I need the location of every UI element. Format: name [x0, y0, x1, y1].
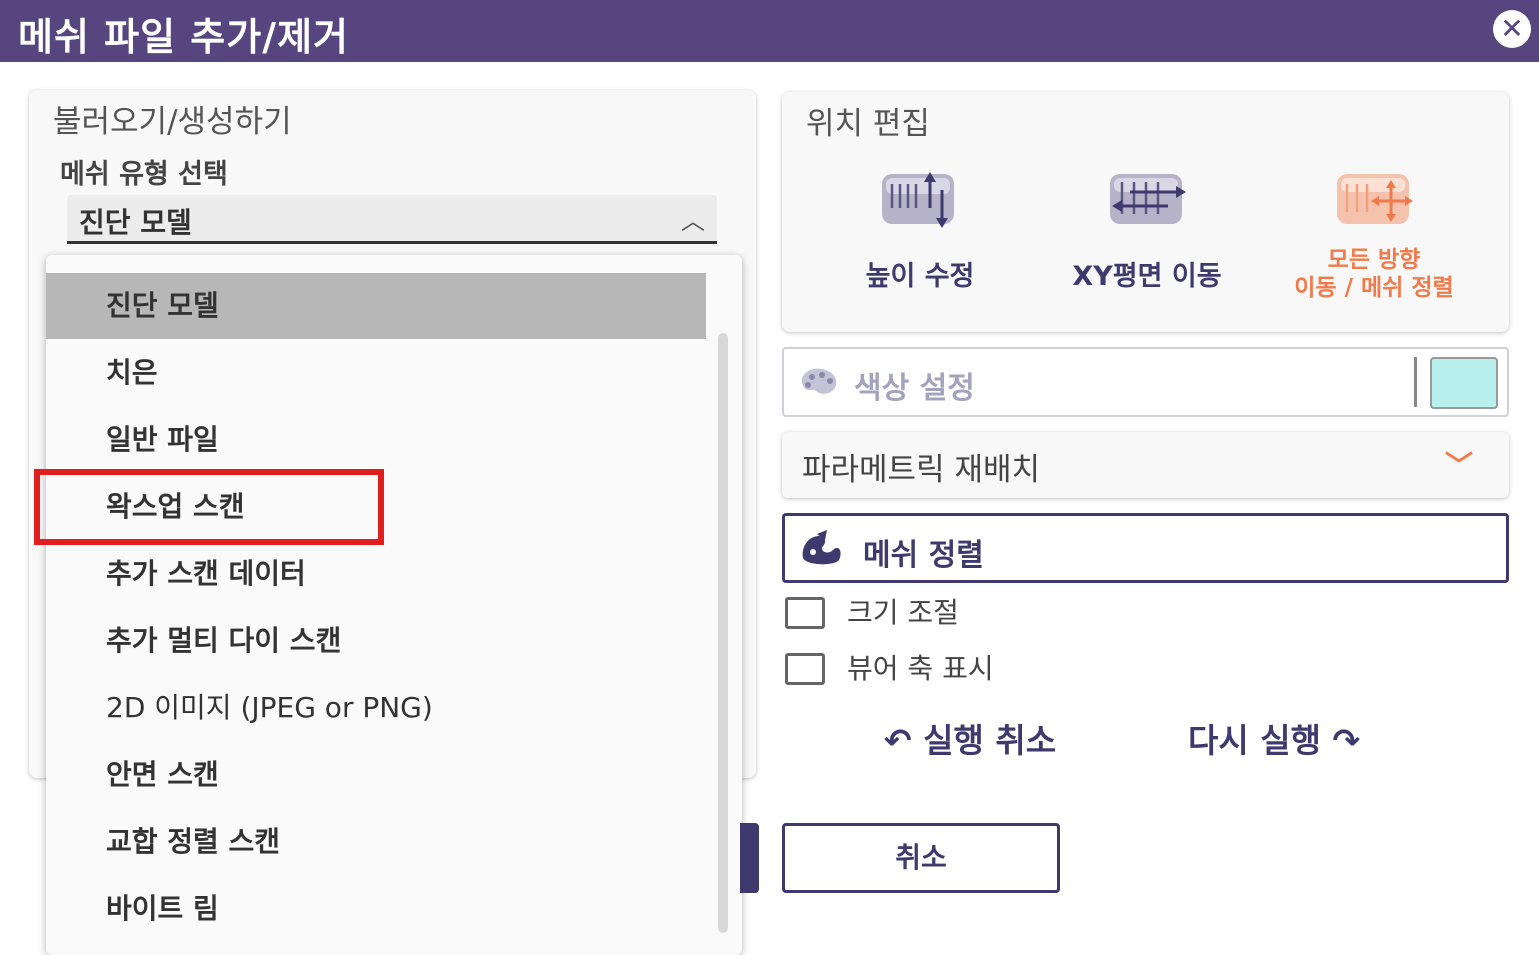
dropdown-item-additional-scan-data[interactable]: 추가 스캔 데이터 [46, 541, 706, 607]
redo-label: 다시 실행 [1188, 721, 1321, 760]
viewer-axis-checkbox-label: 뷰어 축 표시 [847, 652, 994, 685]
scale-checkbox[interactable] [785, 597, 825, 629]
position-edit-title: 위치 편집 [806, 106, 930, 142]
mesh-type-select-value: 진단 모델 [79, 206, 192, 239]
parametric-relocation-select[interactable]: 파라메트릭 재배치 ﹀ [782, 432, 1509, 498]
dropdown-item-additional-multi-die-scan[interactable]: 추가 멀티 다이 스캔 [46, 608, 706, 674]
parametric-relocation-label: 파라메트릭 재배치 [802, 452, 1041, 488]
color-separator [1414, 357, 1417, 407]
mesh-type-label: 메쉬 유형 선택 [60, 159, 228, 190]
dropdown-item-bite-rim[interactable]: 바이트 림 [46, 876, 706, 942]
all-direction-move-icon [1335, 168, 1415, 236]
mesh-align-label: 메쉬 정렬 [863, 538, 984, 573]
mesh-align-icon [797, 528, 847, 572]
dropdown-item-general-file[interactable]: 일반 파일 [46, 407, 706, 473]
height-adjust-button[interactable]: 높이 수정 [830, 254, 1010, 293]
mesh-type-select[interactable]: 진단 모델 ︿ [67, 195, 717, 244]
redo-icon: ↷ [1332, 721, 1361, 760]
dropdown-item-face-scan[interactable]: 안면 스캔 [46, 742, 706, 808]
palette-icon [798, 365, 840, 403]
all-direction-move-label-1: 모든 방향 [1327, 247, 1421, 273]
scale-checkbox-label: 크기 조절 [847, 596, 959, 629]
cancel-button[interactable]: 취소 [782, 823, 1060, 893]
dropdown-scrollbar[interactable] [718, 333, 728, 933]
primary-button-edge[interactable] [740, 823, 759, 893]
color-swatch[interactable] [1430, 357, 1498, 409]
dialog-title: 메쉬 파일 추가/제거 [18, 15, 350, 59]
xy-move-icon [1108, 168, 1188, 236]
color-setting-field[interactable]: 색상 설정 [782, 347, 1509, 417]
highlight-box [34, 469, 384, 545]
mesh-align-button[interactable]: 메쉬 정렬 [782, 513, 1509, 583]
all-direction-move-label-2: 이동 / 메쉬 정렬 [1294, 275, 1454, 301]
all-direction-move-button[interactable]: 모든 방향 이동 / 메쉬 정렬 [1262, 246, 1486, 302]
dropdown-item-2d-image[interactable]: 2D 이미지 (JPEG or PNG) [46, 675, 706, 741]
undo-label: 실행 취소 [923, 721, 1057, 760]
undo-button[interactable]: ↶ 실행 취소 [884, 714, 1056, 762]
undo-icon: ↶ [884, 721, 912, 760]
dropdown-item-diagnostic-model[interactable]: 진단 모델 [46, 273, 706, 339]
dropdown-item-bite-alignment-scan[interactable]: 교합 정렬 스캔 [46, 809, 706, 875]
height-adjust-icon [880, 168, 960, 236]
dialog-titlebar: 메쉬 파일 추가/제거 ✕ [0, 0, 1539, 62]
close-icon[interactable]: ✕ [1493, 10, 1531, 48]
chevron-down-icon: ﹀ [1444, 449, 1473, 482]
load-panel-title: 불러오기/생성하기 [53, 104, 292, 140]
height-adjust-label: 높이 수정 [865, 261, 975, 292]
color-setting-label: 색상 설정 [854, 371, 975, 406]
xy-move-button[interactable]: XY평면 이동 [1040, 254, 1254, 293]
viewer-axis-checkbox[interactable] [785, 653, 825, 685]
dropdown-item-gingiva[interactable]: 치은 [46, 340, 706, 406]
chevron-up-icon: ︿ [681, 207, 705, 235]
redo-button[interactable]: 다시 실행 ↷ [1188, 714, 1360, 762]
xy-move-label: XY평면 이동 [1072, 261, 1222, 292]
mesh-type-dropdown: 진단 모델 치은 일반 파일 왁스업 스캔 추가 스캔 데이터 추가 멀티 다이… [46, 255, 742, 955]
